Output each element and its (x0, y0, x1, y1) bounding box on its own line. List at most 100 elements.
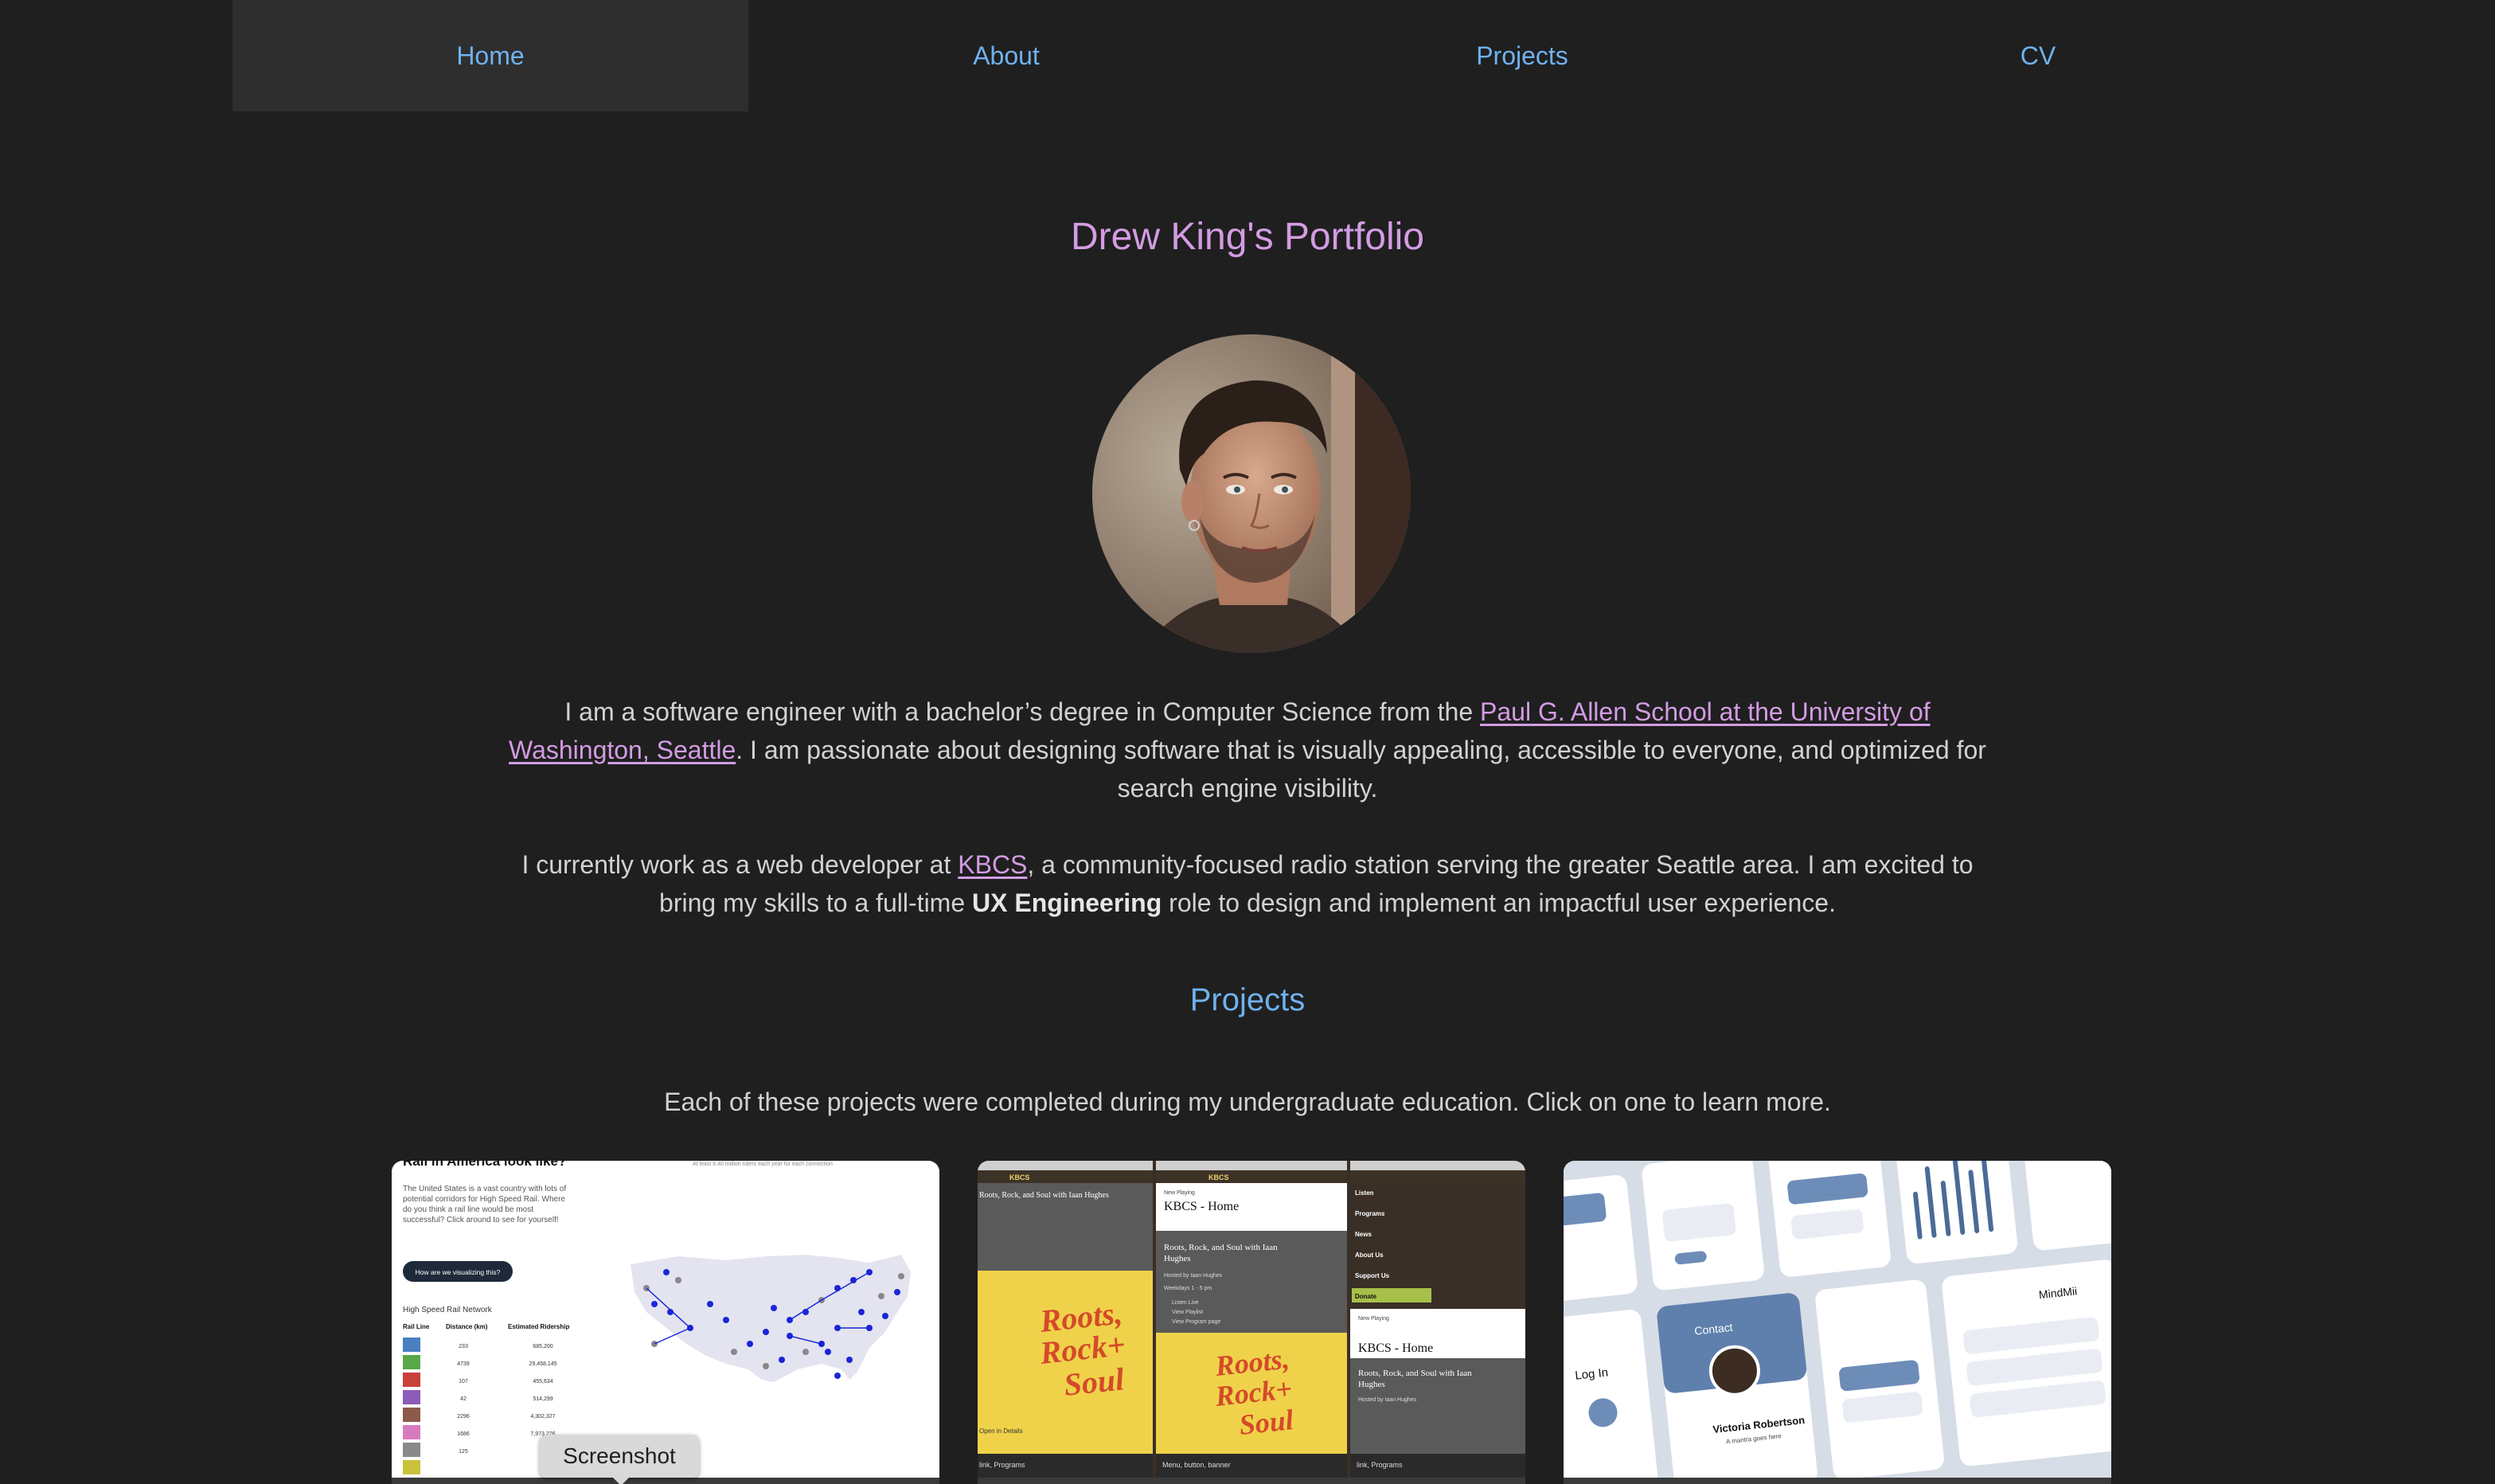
kbcs-menu-item: Listen (1355, 1189, 1374, 1197)
rail-row-swatch (403, 1408, 420, 1422)
kbcs-right-header: KBCS - Home (1358, 1341, 1433, 1355)
rail-station-dot (723, 1317, 729, 1323)
rail-station-dot (802, 1349, 809, 1355)
rail-row-distance: 125 (459, 1449, 468, 1455)
rail-row-swatch (403, 1443, 420, 1457)
rail-station-dot (663, 1269, 670, 1275)
projects-description: Each of these projects were completed du… (664, 1088, 1831, 1116)
svg-text:Hosted by Iaan Hughes: Hosted by Iaan Hughes (1164, 1273, 1223, 1279)
kbcs-mid-header: KBCS - Home (1164, 1200, 1239, 1213)
rail-row-swatch (403, 1373, 420, 1387)
svg-text:Hughes: Hughes (1164, 1254, 1191, 1263)
rail-station-dot (882, 1313, 888, 1319)
portfolio-page: Home About Projects CV Drew King's Portf… (0, 0, 2495, 1484)
rail-col-line: Rail Line (403, 1323, 430, 1330)
rail-row-ridership: 455,634 (533, 1379, 552, 1384)
rail-body-line-3: do you think a rail line would be most (403, 1205, 533, 1214)
project-card-kbcs[interactable]: KBCS Roots, Rock, and Soul with Iaan Hug… (978, 1161, 1525, 1484)
kbcs-caption-right: link, Programs (1357, 1461, 1403, 1469)
top-nav: Home About Projects CV (232, 0, 2296, 111)
rail-station-dot (731, 1349, 737, 1355)
nav-cv[interactable]: CV (1780, 0, 2296, 111)
rail-visualize-button-label: How are we visualizing this? (416, 1268, 501, 1276)
rail-station-dot (825, 1349, 831, 1355)
rail-row-swatch (403, 1390, 420, 1404)
nav-home[interactable]: Home (232, 0, 748, 111)
svg-text:Weekdays 1 - 5 pm: Weekdays 1 - 5 pm (1164, 1286, 1212, 1291)
rail-row-distance: 42 (460, 1396, 467, 1402)
rail-col-ridership: Estimated Ridership (508, 1323, 569, 1330)
intro-paragraph-2: I currently work as a web developer at K… (494, 845, 2001, 922)
rail-row-swatch (403, 1338, 420, 1352)
rail-body-line-2: potential corridors for High Speed Rail.… (403, 1195, 565, 1204)
project-card-mindmii[interactable]: Log In Contact Victoria Robertson A mant… (1564, 1161, 2111, 1484)
rail-row-ridership: 29,458,145 (529, 1361, 556, 1367)
svg-text:Soul: Soul (1062, 1361, 1126, 1403)
screenshot-tooltip: Screenshot (540, 1435, 699, 1484)
rail-col-distance: Distance (km) (446, 1323, 488, 1330)
rail-note: At least 6.40 million riders each year f… (693, 1162, 833, 1167)
rail-station-dot (763, 1363, 769, 1369)
intro-p1-text: I am a software engineer with a bachelor… (564, 697, 1480, 726)
svg-text:Hughes: Hughes (1358, 1380, 1385, 1389)
rail-station-dot (747, 1341, 753, 1347)
rail-body-line-1: The United States is a vast country with… (403, 1185, 566, 1193)
kbcs-menu-item: News (1355, 1231, 1372, 1238)
rail-station-dot (707, 1301, 713, 1307)
kbcs-link[interactable]: KBCS (958, 850, 1027, 879)
card-footer (392, 1478, 939, 1484)
nav-about[interactable]: About (748, 0, 1264, 111)
rail-row-ridership: 685,200 (533, 1344, 552, 1349)
rail-station-dot (858, 1309, 865, 1315)
intro-p1-text-end: . I am passionate about designing softwa… (736, 736, 1986, 803)
rail-body-line-4: successful? Click around to see for your… (403, 1216, 559, 1224)
rail-station-dot (834, 1373, 841, 1379)
svg-text:KBCS: KBCS (1208, 1174, 1229, 1181)
rail-row-swatch (403, 1460, 420, 1474)
intro-p2-text: I currently work as a web developer at (521, 850, 959, 879)
svg-text:Soul: Soul (1238, 1404, 1295, 1441)
rail-table-title: High Speed Rail Network (403, 1306, 493, 1314)
avatar-portrait (1092, 334, 1411, 653)
kbcs-menu-item: Support Us (1355, 1272, 1390, 1279)
rail-row-distance: 233 (459, 1344, 468, 1349)
avatar (1092, 334, 1411, 653)
kbcs-left-show: Roots, Rock, and Soul with Iaan Hughes (979, 1191, 1109, 1200)
rail-row-distance: 1686 (457, 1431, 470, 1437)
kbcs-caption-left: link, Programs (979, 1461, 1025, 1469)
svg-text:View Program page: View Program page (1172, 1319, 1220, 1325)
rail-station-dot (898, 1273, 904, 1279)
projects-heading: Projects (1189, 982, 1306, 1017)
kbcs-project-screenshot: KBCS Roots, Rock, and Soul with Iaan Hug… (978, 1161, 1525, 1484)
kbcs-menu-item: About Us (1355, 1252, 1384, 1259)
kbcs-caption-mid: Menu, button, banner (1162, 1461, 1231, 1469)
rail-row-distance: 2296 (457, 1414, 470, 1420)
kbcs-menu-item: Programs (1355, 1210, 1385, 1217)
rail-station-dot (651, 1301, 658, 1307)
mindmii-project-screenshot: Log In Contact Victoria Robertson A mant… (1564, 1161, 2111, 1484)
svg-text:Hosted by Iaan Hughes: Hosted by Iaan Hughes (1358, 1397, 1417, 1403)
rail-station-dot (771, 1305, 777, 1311)
rail-row-distance: 107 (459, 1379, 468, 1384)
intro-paragraph-1: I am a software engineer with a bachelor… (494, 693, 2001, 807)
svg-text:KBCS: KBCS (1009, 1174, 1030, 1181)
svg-text:Roots, Rock, and Soul with Iaa: Roots, Rock, and Soul with Iaan (1358, 1369, 1472, 1378)
svg-text:New Playing: New Playing (1164, 1190, 1195, 1196)
rail-row-swatch (403, 1355, 420, 1369)
rail-row-distance: 4739 (457, 1361, 470, 1367)
rail-station-dot (675, 1277, 681, 1283)
rail-station-dot (779, 1357, 785, 1363)
svg-text:New Playing: New Playing (1358, 1316, 1389, 1322)
rail-row-ridership: 514,299 (533, 1396, 552, 1402)
rail-station-dot (846, 1357, 853, 1363)
page-title: Drew King's Portfolio (1071, 216, 1424, 258)
nav-projects[interactable]: Projects (1264, 0, 1780, 111)
rail-station-dot (878, 1293, 884, 1299)
kbcs-menu-item: Donate (1355, 1293, 1377, 1300)
rail-row-swatch (403, 1425, 420, 1439)
rail-row-ridership: 4,302,327 (530, 1414, 555, 1420)
ux-engineering-emphasis: UX Engineering (972, 888, 1162, 917)
svg-text:Open in Details: Open in Details (979, 1427, 1023, 1435)
rail-station-dot (763, 1329, 769, 1335)
rail-heading: Rail in America look like? (403, 1161, 566, 1169)
